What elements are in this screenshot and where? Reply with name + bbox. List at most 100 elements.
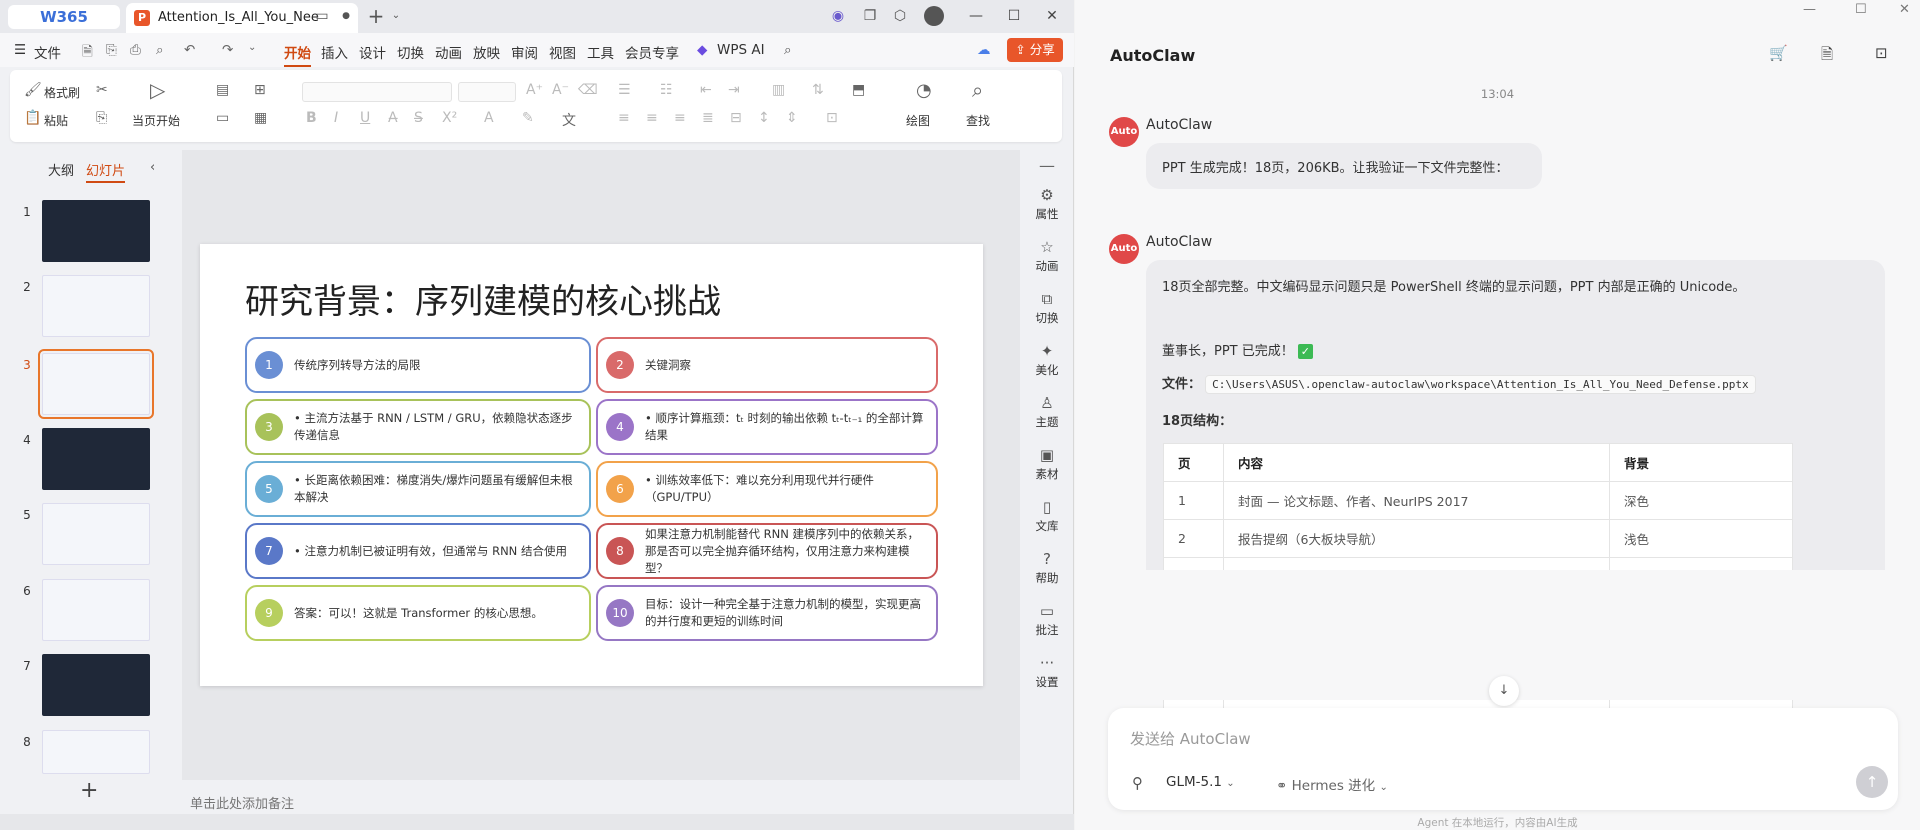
search-icon[interactable]: ⌕ [784, 42, 792, 58]
cube-icon[interactable]: ⬡ [890, 6, 910, 26]
increase-font-icon[interactable]: A⁺ [526, 82, 543, 98]
claw-close-icon[interactable]: ✕ [1899, 2, 1910, 17]
distribute-icon[interactable]: ⊟ [730, 110, 742, 126]
decrease-font-icon[interactable]: A⁻ [552, 82, 569, 98]
more-chevron-icon[interactable]: ⌄ [248, 42, 256, 53]
cart-icon[interactable]: 🛒 [1769, 44, 1788, 62]
text-direction-icon[interactable]: 文 [562, 110, 576, 130]
menu-wps-ai[interactable]: WPS AI [717, 42, 765, 58]
sort-icon[interactable]: ⇅ [812, 82, 824, 98]
tab-dot-icon[interactable]: ● [336, 6, 356, 26]
message-input[interactable]: 发送给 AutoClaw [1130, 728, 1251, 749]
menu-animation[interactable]: 动画 [435, 42, 462, 62]
minimize-icon[interactable]: — [961, 5, 991, 27]
cut-icon[interactable]: ✂ [96, 82, 108, 98]
tool-beautify[interactable]: ✦ 美化 [1024, 342, 1070, 378]
tool-help[interactable]: ? 帮助 [1024, 550, 1070, 586]
find-button[interactable]: 查找 [966, 112, 990, 129]
scroll-down-icon[interactable]: ↓ [1489, 676, 1519, 706]
start-current-slide-button[interactable]: 当页开始 [132, 112, 180, 129]
menu-insert[interactable]: 插入 [321, 42, 348, 62]
preview-icon[interactable]: ⌕ [156, 42, 164, 58]
slide-thumbnail-7[interactable] [42, 654, 150, 716]
tab-slides[interactable]: 幻灯片 [86, 160, 126, 183]
notes-field[interactable]: 单击此处添加备注 [182, 786, 1022, 814]
attach-icon[interactable]: ⚲ [1132, 774, 1143, 792]
maximize-icon[interactable]: ☐ [999, 5, 1029, 27]
menu-member[interactable]: 会员专享 [625, 42, 679, 62]
slide-thumbnail-6[interactable] [42, 579, 150, 641]
slide-card-2[interactable]: 2 关键洞察 [596, 337, 938, 393]
claw-minimize-icon[interactable]: — [1803, 2, 1816, 17]
tool-settings[interactable]: ··· 设置 [1024, 654, 1070, 690]
claw-maximize-icon[interactable]: ☐ [1855, 2, 1867, 17]
menu-icon[interactable]: ☰ [14, 42, 26, 58]
monitor-icon[interactable]: ▭ [312, 6, 332, 26]
mode-selector[interactable]: ⚭ Hermes 进化 ⌄ [1276, 774, 1388, 794]
add-slide-icon[interactable]: + [80, 778, 98, 803]
new-tab-icon[interactable]: + [366, 6, 386, 26]
slide-card-9[interactable]: 9 答案：可以！这就是 Transformer 的核心思想。 [245, 585, 591, 641]
slide-card-7[interactable]: 7 • 注意力机制已被证明有效，但通常与 RNN 结合使用 [245, 523, 591, 579]
tool-materials[interactable]: ▣ 素材 [1024, 446, 1070, 482]
wps-logo[interactable]: W365 [8, 5, 120, 29]
slide-title[interactable]: 研究背景：序列建模的核心挑战 [245, 274, 721, 323]
slide-card-10[interactable]: 10 目标：设计一种完全基于注意力机制的模型，实现更高的并行度和更短的训练时间 [596, 585, 938, 641]
menu-tools[interactable]: 工具 [587, 42, 614, 62]
user-avatar[interactable] [924, 6, 944, 26]
bullets-icon[interactable]: ☰ [618, 82, 631, 98]
tool-comment[interactable]: ▭ 批注 [1024, 602, 1070, 638]
print-icon[interactable]: ⎙ [130, 42, 141, 58]
slide-thumbnail-3[interactable] [38, 349, 154, 419]
undo-icon[interactable]: ↶ [184, 42, 195, 58]
convert-icon[interactable]: ⬒ [852, 82, 865, 98]
slide-thumbnail-4[interactable] [42, 428, 150, 490]
slide-thumbnail-5[interactable] [42, 503, 150, 565]
new-slide-icon[interactable]: ⊞ [254, 82, 266, 98]
line-spacing-icon[interactable]: ↕ [758, 110, 770, 126]
align-left-icon[interactable]: ≡ [618, 110, 630, 126]
increase-indent-icon[interactable]: ⇥ [728, 82, 740, 98]
numbering-icon[interactable]: ☷ [660, 82, 673, 98]
justify-icon[interactable]: ≣ [702, 110, 714, 126]
font-size-select[interactable] [458, 82, 516, 102]
text-box-icon[interactable]: ⊡ [826, 110, 838, 126]
tab-list-chevron-icon[interactable]: ⌄ [386, 6, 406, 26]
slide-card-3[interactable]: 3 • 主流方法基于 RNN / LSTM / GRU，依赖隐状态逐步传递信息 [245, 399, 591, 455]
section-icon[interactable]: ▭ [216, 110, 229, 126]
clear-format-icon[interactable]: ⌫ [578, 82, 598, 98]
file-path[interactable]: C:\Users\ASUS\.openclaw-autoclaw\workspa… [1205, 375, 1756, 394]
strikethrough-icon[interactable]: A̶ [388, 110, 398, 126]
draw-button[interactable]: 绘图 [906, 112, 930, 129]
current-slide[interactable]: 研究背景：序列建模的核心挑战 1 传统序列转导方法的局限 2 关键洞察 3 • 主流方法基… [200, 244, 983, 686]
ai-assistant-icon[interactable]: ◉ [828, 6, 848, 26]
slide-thumbnail-2[interactable] [42, 275, 150, 337]
tool-animation[interactable]: ☆ 动画 [1024, 238, 1070, 274]
slide-card-4[interactable]: 4 • 顺序计算瓶颈：tₜ 时刻的输出依赖 tₜ-tₜ₋₁ 的全部计算结果 [596, 399, 938, 455]
copy-icon[interactable]: ⎘ [96, 110, 107, 126]
bold-icon[interactable]: B [306, 110, 317, 126]
menu-file[interactable]: 文件 [34, 42, 61, 62]
menu-home[interactable]: 开始 [284, 42, 311, 67]
tab-outline[interactable]: 大纲 [48, 160, 74, 179]
font-family-select[interactable] [302, 82, 452, 102]
layout-icon[interactable]: ▤ [216, 82, 229, 98]
menu-design[interactable]: 设计 [359, 42, 386, 62]
superscript-icon[interactable]: X² [442, 110, 457, 126]
tool-properties[interactable]: ⚙ 属性 [1024, 186, 1070, 222]
slide-card-1[interactable]: 1 传统序列转导方法的局限 [245, 337, 591, 393]
tool-transition[interactable]: ⧉ 切换 [1024, 290, 1070, 326]
cloud-upload-icon[interactable]: ☁ [977, 42, 991, 58]
model-selector[interactable]: GLM-5.1 ⌄ [1166, 774, 1235, 790]
highlight-icon[interactable]: ✎ [522, 110, 534, 126]
underline-icon[interactable]: U [360, 110, 370, 126]
menu-view[interactable]: 视图 [549, 42, 576, 62]
shadow-icon[interactable]: S̶ [414, 110, 423, 126]
share-button[interactable]: ⇪ 分享 [1007, 38, 1063, 62]
slide-card-5[interactable]: 5 • 长距离依赖困难：梯度消失/爆炸问题虽有缓解但未根本解决 [245, 461, 591, 517]
slide-card-8[interactable]: 8 如果注意力机制能替代 RNN 建模序列中的依赖关系，那是否可以完全抛弃循环结构… [596, 523, 938, 579]
menu-transition[interactable]: 切换 [397, 42, 424, 62]
columns-icon[interactable]: ▥ [772, 82, 785, 98]
reset-icon[interactable]: ▦ [254, 110, 267, 126]
collapse-toolbar-icon[interactable]: — [1024, 156, 1070, 175]
